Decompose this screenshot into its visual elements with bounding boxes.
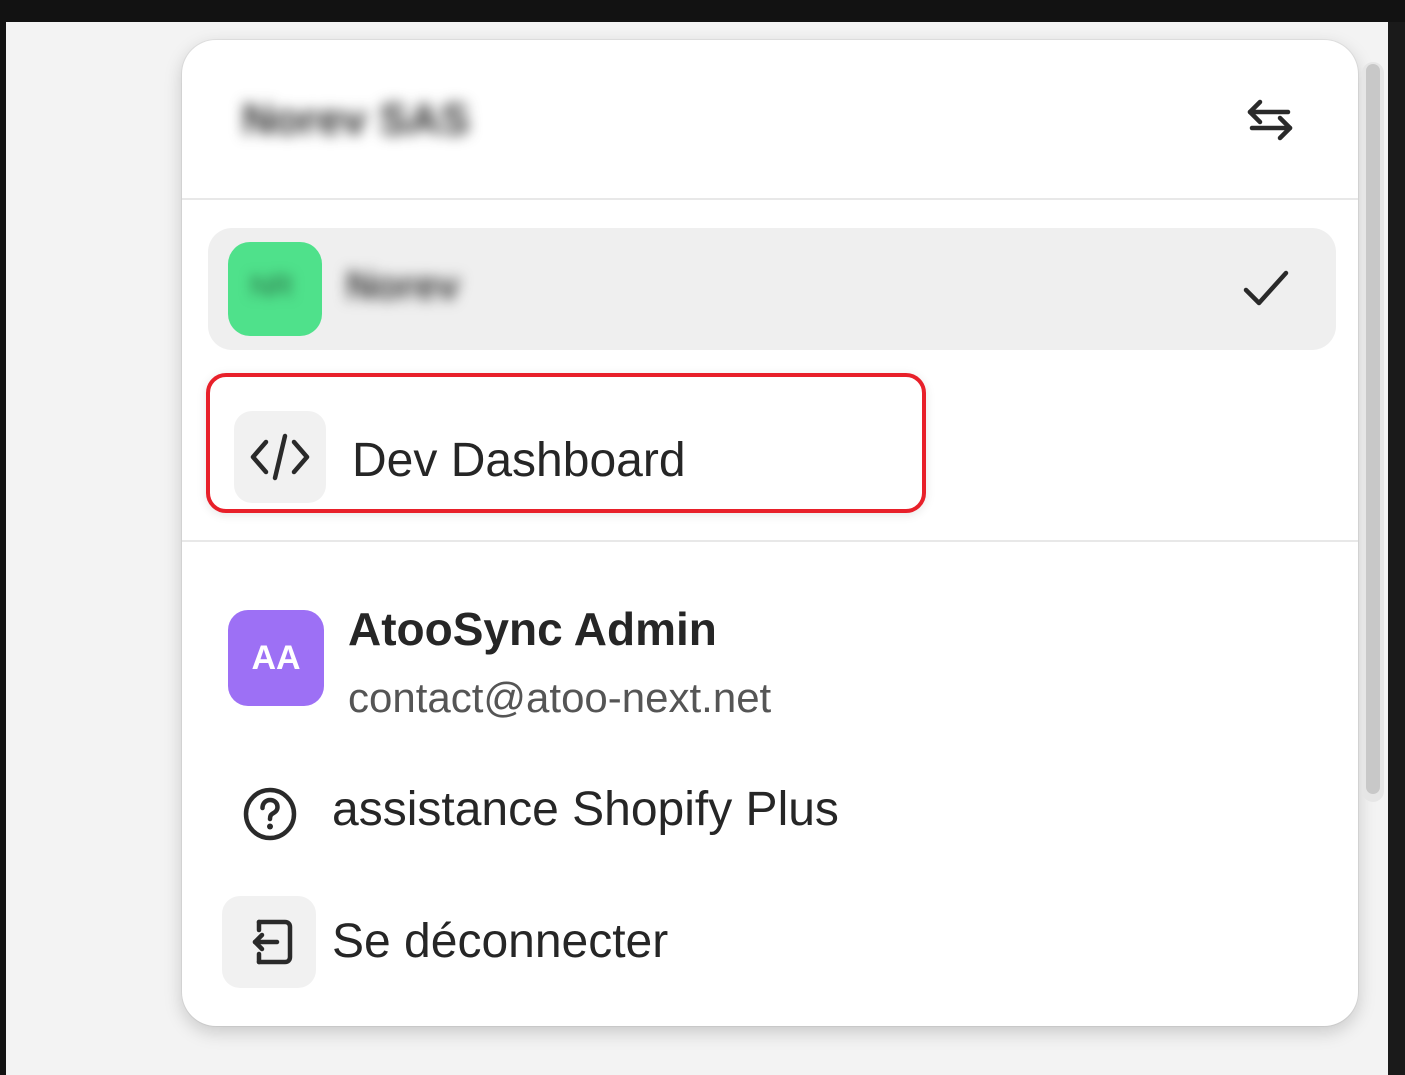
- user-name: AtooSync Admin: [348, 603, 717, 655]
- support-link[interactable]: assistance Shopify Plus: [332, 782, 839, 837]
- account-menu-popover: Norev SAS NR Norev Dev Dashboard AA Atoo…: [182, 40, 1358, 1026]
- scrollbar-thumb[interactable]: [1366, 64, 1380, 794]
- store-avatar-initials: NR: [250, 270, 294, 303]
- logout-icon[interactable]: [222, 896, 316, 988]
- arrows-left-right-icon[interactable]: [1240, 92, 1300, 148]
- store-item-selected[interactable]: NR Norev: [208, 228, 1336, 350]
- store-avatar: NR: [228, 242, 322, 336]
- organization-name[interactable]: Norev SAS: [242, 95, 469, 145]
- avatar: AA: [228, 610, 324, 706]
- window-edge: [1388, 22, 1405, 1075]
- checkmark-icon: [1238, 260, 1294, 316]
- logout-button[interactable]: Se déconnecter: [332, 914, 668, 969]
- dev-dashboard-label: Dev Dashboard: [352, 434, 686, 487]
- dev-dashboard-item[interactable]: Dev Dashboard: [206, 373, 926, 513]
- store-name: Norev: [346, 264, 460, 308]
- code-icon: [234, 411, 326, 503]
- divider: [182, 198, 1358, 200]
- user-email: contact@atoo-next.net: [348, 674, 772, 721]
- divider: [182, 540, 1358, 542]
- question-circle-icon: [238, 782, 302, 846]
- menu-header: Norev SAS: [182, 40, 1358, 198]
